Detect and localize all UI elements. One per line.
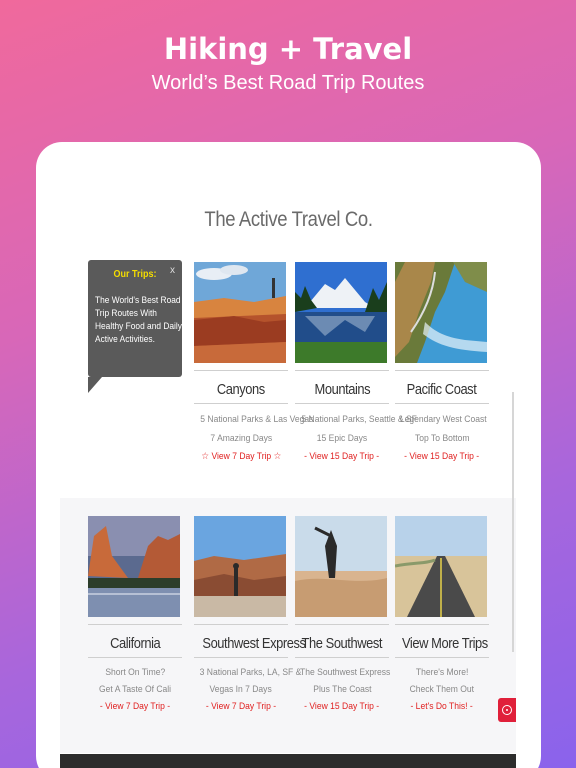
trip-title[interactable]: Southwest Express — [194, 624, 306, 658]
trip-desc-line2: Plus The Coast — [312, 684, 372, 695]
view-trip-link[interactable]: - View 7 Day Trip - — [88, 701, 182, 712]
trip-title[interactable]: Canyons — [194, 370, 288, 404]
view-trip-link[interactable]: - View 15 Day Trip - — [295, 451, 389, 462]
trip-description: 5 National Parks, Seattle & SF 15 Epic D… — [295, 410, 416, 448]
trip-title[interactable]: View More Trips — [395, 624, 489, 658]
trip-description: The Southwest Express Plus The Coast — [295, 664, 391, 698]
view-trip-link[interactable]: - View 15 Day Trip - — [295, 701, 389, 712]
trip-card-canyons[interactable]: Canyons 5 National Parks & Las Vegas 7 A… — [194, 262, 313, 462]
trip-card-the-southwest[interactable]: The Southwest The Southwest Express Plus… — [295, 516, 391, 712]
desert-yoga-photo[interactable] — [295, 516, 387, 617]
trip-desc-line2: 15 Epic Days — [316, 433, 368, 444]
trip-description: 3 National Parks, LA, SF & Vegas In 7 Da… — [194, 664, 302, 698]
device-screen: The Active Travel Co. x Our Trips: The W… — [36, 142, 541, 768]
trip-desc-line2: Vegas In 7 Days — [209, 684, 273, 695]
trip-description: Legendary West Coast Top To Bottom — [395, 410, 489, 448]
trip-desc-line2: Check Them Out — [409, 684, 475, 695]
coast-photo[interactable] — [395, 262, 487, 363]
view-trip-link[interactable]: - View 7 Day Trip - — [194, 701, 288, 712]
trip-card-california[interactable]: California Short On Time? Get A Taste Of… — [88, 516, 182, 712]
trip-desc-line2: Get A Taste Of Cali — [98, 684, 172, 695]
trip-card-southwest-express[interactable]: Southwest Express 3 National Parks, LA, … — [194, 516, 306, 712]
trip-desc-line2: Top To Bottom — [414, 433, 470, 444]
tooltip-heading: Our Trips: — [113, 269, 157, 280]
chat-bubble-icon — [502, 705, 512, 715]
trip-title[interactable]: The Southwest — [295, 624, 389, 658]
scrollbar[interactable] — [512, 392, 514, 652]
trip-desc-line1: There's More! — [415, 667, 469, 678]
trip-desc-line1: The Southwest Express — [300, 667, 391, 678]
tooltip-text: The World's Best Road Trip Routes With H… — [95, 295, 182, 345]
chat-button[interactable] — [498, 698, 516, 722]
yosemite-photo[interactable] — [88, 516, 180, 617]
trip-card-view-more[interactable]: View More Trips There's More! Check Them… — [395, 516, 489, 712]
promo-title: Hiking + Travel — [163, 32, 413, 66]
trip-desc-line1: Legendary West Coast — [399, 414, 487, 425]
trip-title[interactable]: Pacific Coast — [395, 370, 489, 404]
footer-bar — [60, 754, 516, 768]
grand-canyon-photo[interactable] — [194, 516, 286, 617]
view-trip-link[interactable]: - Let's Do This! - — [395, 701, 489, 712]
mountain-lake-photo[interactable] — [295, 262, 387, 363]
site-title: The Active Travel Co. — [204, 208, 373, 231]
view-trip-link[interactable]: ☆ View 7 Day Trip ☆ — [194, 451, 288, 462]
trip-title[interactable]: California — [88, 624, 182, 658]
view-trip-link[interactable]: - View 15 Day Trip - — [395, 451, 489, 462]
trip-title[interactable]: Mountains — [295, 370, 389, 404]
promo-subtitle: World’s Best Road Trip Routes — [151, 72, 425, 94]
trip-desc-line2: 7 Amazing Days — [210, 433, 272, 444]
trip-desc-line1: Short On Time? — [105, 667, 165, 678]
trip-card-mountains[interactable]: Mountains 5 National Parks, Seattle & SF… — [295, 262, 417, 462]
trip-description: There's More! Check Them Out — [395, 664, 489, 698]
desert-road-photo[interactable] — [395, 516, 487, 617]
trip-description: Short On Time? Get A Taste Of Cali — [88, 664, 182, 698]
canyon-photo[interactable] — [194, 262, 286, 363]
trips-tooltip: x Our Trips: The World's Best Road Trip … — [88, 260, 182, 393]
trip-description: 5 National Parks & Las Vegas 7 Amazing D… — [194, 410, 313, 448]
trip-card-pacific-coast[interactable]: Pacific Coast Legendary West Coast Top T… — [395, 262, 489, 462]
trip-desc-line1: 3 National Parks, LA, SF & — [199, 667, 302, 678]
